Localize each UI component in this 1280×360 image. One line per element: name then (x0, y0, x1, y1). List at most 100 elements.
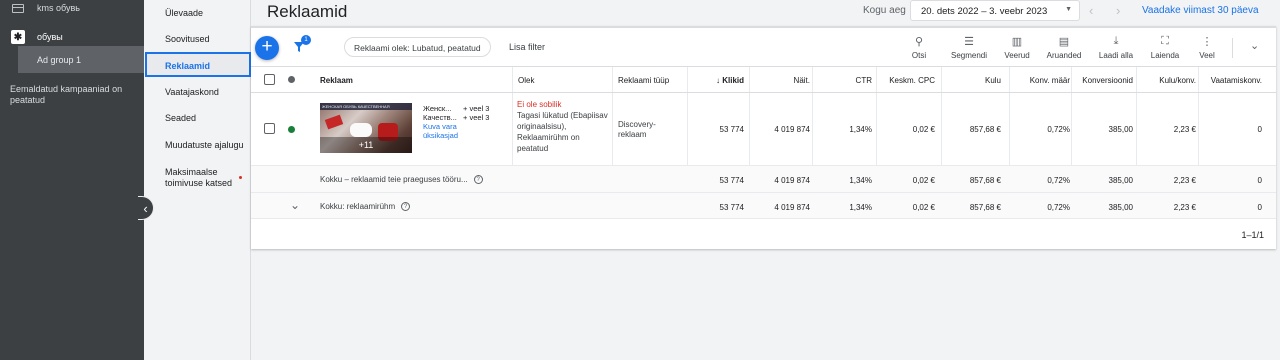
cell-view-conv: 0 (1257, 125, 1262, 134)
tool-label: Laadi alla (1098, 51, 1134, 60)
header-cost[interactable]: Kulu (985, 76, 1001, 85)
cell-impressions: 4 019 874 (774, 125, 810, 134)
nav-item-audiences[interactable]: Vaatajaskond (146, 87, 250, 97)
add-ad-button[interactable]: + (255, 36, 279, 60)
removed-campaigns-note: Eemaldatud kampaaniad on peatatud (10, 84, 123, 105)
add-filter-button[interactable]: Lisa filter (509, 42, 545, 52)
select-all-checkbox[interactable] (264, 74, 275, 85)
tool-label: Veerud (1004, 51, 1030, 60)
cell-ctr: 1,34% (849, 176, 872, 185)
ad-type: Discovery-reklaam (618, 120, 656, 139)
segment-button[interactable]: ☰ Segmendi (947, 35, 991, 60)
header-clicks-label: Klikid (722, 76, 744, 85)
date-range-label: Kogu aeg (863, 5, 906, 16)
columns-icon: ▥ (1011, 36, 1023, 48)
header-cost-per-conv[interactable]: Kulu/konv. (1159, 76, 1196, 85)
ads-table-card: + 1 Reklaami olek: Lubatud, peatatud Lis… (251, 26, 1276, 249)
fullscreen-button[interactable]: ⛶ Laienda (1143, 35, 1187, 60)
chevron-left-icon: ‹ (143, 200, 148, 216)
tool-label: Veel (1199, 51, 1215, 60)
headline-2: Качеств... (423, 113, 457, 122)
status-filter-chip[interactable]: Reklaami olek: Lubatud, peatatud (344, 37, 491, 57)
nav-item-overview[interactable]: Ülevaade (146, 8, 250, 18)
tool-label: Aruanded (1046, 51, 1082, 60)
download-button[interactable]: ⤓ Laadi alla (1094, 35, 1138, 60)
campaign-name: обувы (37, 32, 63, 42)
toolbar-divider (1232, 38, 1233, 58)
nav-item-label: Maksimaalse toimivuse katsed (165, 167, 233, 188)
chevron-down-icon[interactable]: ⌄ (1250, 39, 1259, 52)
asterisk-icon: ✱ (11, 30, 25, 44)
cell-clicks: 53 774 (719, 176, 744, 185)
cell-impressions: 4 019 874 (774, 176, 810, 185)
columns-button[interactable]: ▥ Veerud (995, 35, 1039, 60)
table-row[interactable]: ЖЕНСКАЯ ОБУВЬ КАЧЕСТВЕННАЯ +11 Женск... … (251, 93, 1276, 166)
header-view-conv[interactable]: Vaatamiskonv. (1211, 76, 1262, 85)
page-title: Reklaamid (267, 2, 348, 21)
ad-thumbnail[interactable]: ЖЕНСКАЯ ОБУВЬ КАЧЕСТВЕННАЯ +11 (320, 103, 412, 153)
next-period-icon[interactable]: › (1116, 3, 1120, 18)
tool-label: Segmendi (950, 51, 988, 60)
tool-label: Otsi (911, 51, 927, 60)
cell-view-conv: 0 (1257, 176, 1262, 185)
filter-count-badge: 1 (301, 35, 311, 45)
cell-cost: 857,68 € (969, 176, 1001, 185)
header-conversions[interactable]: Konversioonid (1082, 76, 1133, 85)
ad-group-name: Ad group 1 (37, 55, 82, 65)
header-type[interactable]: Reklaami tüüp (618, 76, 669, 85)
cell-avg-cpc: 0,02 € (912, 125, 935, 134)
filter-icon[interactable]: 1 (293, 35, 311, 55)
headline-2-more: + veel 3 (463, 113, 490, 122)
thumbnail-shape (350, 123, 372, 137)
campaign-name: kms обувь (37, 3, 80, 13)
alert-dot (239, 176, 242, 179)
nav-item-ads[interactable]: Reklaamid (145, 52, 251, 77)
total-filtered-row: Kokku – reklaamid teie praeguses tööru..… (251, 166, 1276, 193)
header-ad[interactable]: Reklaam (320, 76, 353, 85)
cell-ctr: 1,34% (849, 125, 872, 134)
reports-icon: ▤ (1058, 36, 1070, 48)
date-range-picker[interactable]: 20. dets 2022 – 3. veebr 2023 ▼ (910, 0, 1080, 21)
expand-chevron-icon[interactable]: ⌄ (290, 198, 300, 212)
segment-icon: ☰ (964, 36, 974, 48)
cell-conv-rate: 0,72% (1047, 125, 1070, 134)
nav-item-recommendations[interactable]: Soovitused (146, 34, 250, 44)
header-clicks[interactable]: ↓ Klikid (716, 76, 744, 85)
more-icon: ⋮ (1201, 36, 1213, 48)
cell-clicks: 53 774 (719, 203, 744, 212)
header-conv-rate[interactable]: Konv. määr (1030, 76, 1070, 85)
campaign-item-1[interactable]: kms обувь (0, 0, 144, 16)
search-icon: ⚲ (914, 36, 924, 48)
previous-period-icon[interactable]: ‹ (1089, 3, 1093, 18)
help-icon[interactable]: ? (401, 202, 411, 212)
search-button[interactable]: ⚲ Otsi (897, 35, 941, 60)
campaign-icon (12, 3, 24, 13)
nav-item-experiments[interactable]: Maksimaalse toimivuse katsed (146, 167, 238, 189)
reports-button[interactable]: ▤ Aruanded (1042, 35, 1086, 60)
download-icon: ⤓ (1113, 35, 1119, 47)
campaign-tree: kms обувь ✱ обувы Ad group 1 Eemaldatud … (0, 0, 144, 360)
header-status[interactable]: Olek (518, 76, 534, 85)
total-label-text: Kokku: reklaamirühm (320, 202, 396, 211)
ad-group-item[interactable]: Ad group 1 (18, 46, 144, 73)
campaign-item-2[interactable]: ✱ обувы (0, 26, 144, 48)
view-last-30-days-link[interactable]: Vaadake viimast 30 päeva (1142, 5, 1259, 16)
table-header: Reklaam Olek Reklaami tüüp ↓ Klikid Näit… (251, 66, 1276, 93)
app-root: kms обувь ✱ обувы Ad group 1 Eemaldatud … (0, 0, 1280, 360)
header-impressions[interactable]: Näit. (794, 76, 810, 85)
more-button[interactable]: ⋮ Veel (1185, 35, 1229, 60)
header-avg-cpc[interactable]: Keskm. CPC (889, 76, 935, 85)
row-checkbox[interactable] (264, 123, 275, 134)
total-ad-group-row: ⌄ Kokku: reklaamirühm? 53 774 4 019 874 … (251, 193, 1276, 219)
header-ctr[interactable]: CTR (856, 76, 872, 85)
nav-item-change-history[interactable]: Muudatuste ajalugu (146, 140, 250, 150)
total-ad-group-label: Kokku: reklaamirühm? (320, 202, 411, 212)
cell-impressions: 4 019 874 (774, 203, 810, 212)
cell-cost: 857,68 € (969, 203, 1001, 212)
total-filtered-label: Kokku – reklaamid teie praeguses tööru..… (320, 175, 483, 185)
nav-item-settings[interactable]: Seaded (146, 113, 250, 123)
cell-avg-cpc: 0,02 € (912, 176, 935, 185)
view-asset-details-link[interactable]: Kuva vara üksikasjad (423, 122, 493, 140)
help-icon[interactable]: ? (473, 175, 483, 185)
cell-cost-per-conv: 2,23 € (1173, 176, 1196, 185)
